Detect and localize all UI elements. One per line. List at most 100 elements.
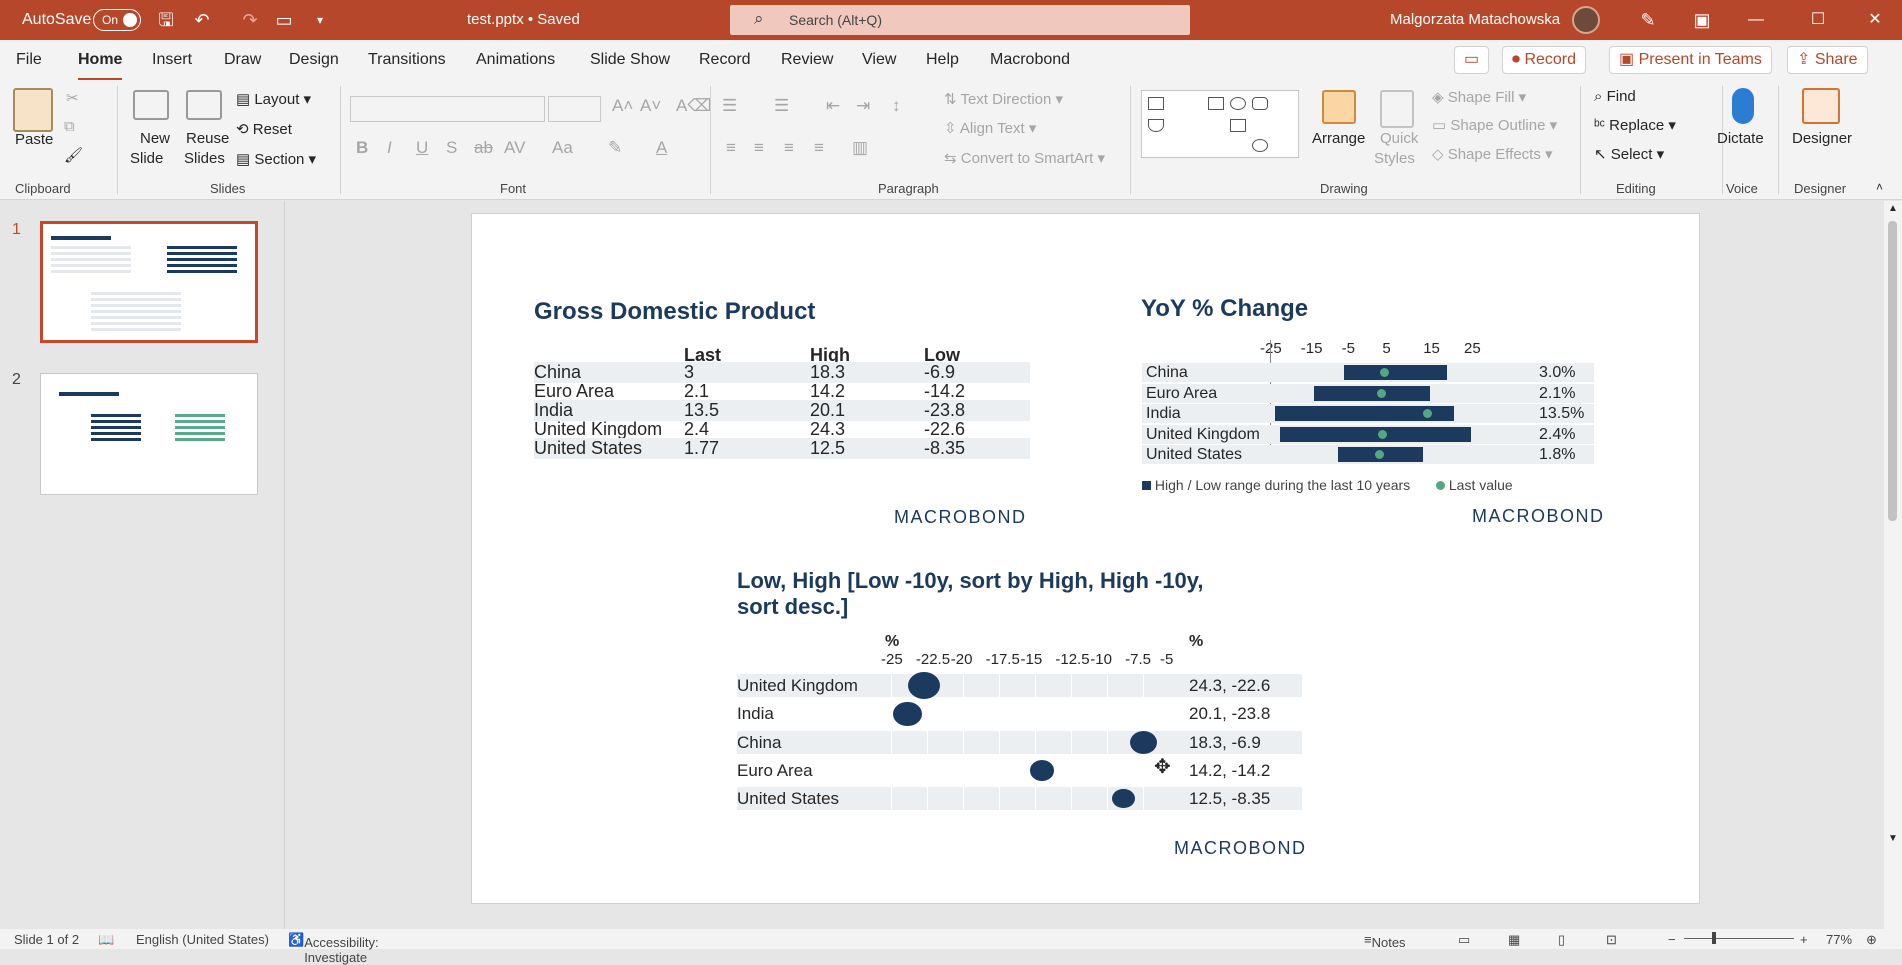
bold-icon[interactable]: B <box>356 138 368 158</box>
underline-icon[interactable]: U <box>416 138 428 158</box>
lowhigh-title[interactable]: Low, High [Low -10y, sort by High, High … <box>737 568 1204 620</box>
table-row[interactable]: United Kingdom 2.4 24.3 -22.6 <box>534 419 1030 440</box>
tab-slide-show[interactable]: Slide Show <box>590 51 670 69</box>
quick-styles-label-1[interactable]: Quick <box>1380 130 1418 147</box>
lowhigh-dot[interactable] <box>1129 730 1158 754</box>
font-size-combo[interactable] <box>548 96 601 122</box>
decrease-font-icon[interactable]: A˅ <box>640 96 661 116</box>
user-name[interactable]: Malgorzata Matachowska <box>1390 11 1560 28</box>
arrange-label[interactable]: Arrange <box>1312 130 1365 147</box>
zoom-out-icon[interactable]: − <box>1668 932 1676 947</box>
yoy-row[interactable]: United States 1.8% <box>1142 445 1594 464</box>
slide-thumbnail-2[interactable] <box>40 373 258 495</box>
table-row[interactable]: Euro Area 2.1 14.2 -14.2 <box>534 381 1030 402</box>
change-case-icon[interactable]: Aa <box>552 138 573 158</box>
spelling-icon[interactable]: 📖 <box>98 932 114 948</box>
yoy-last-dot[interactable] <box>1376 388 1386 398</box>
oval-shape-icon[interactable] <box>1230 97 1246 110</box>
font-color-icon[interactable]: A <box>656 138 667 158</box>
arrange-icon[interactable] <box>1322 90 1356 124</box>
new-slide-label-2[interactable]: Slide <box>130 150 163 167</box>
align-right-icon[interactable]: ≡ <box>784 138 794 158</box>
cut-icon[interactable]: ✂ <box>66 89 79 107</box>
table-row[interactable]: India 13.5 20.1 -23.8 <box>534 400 1030 421</box>
shape-effects-button[interactable]: ◇ Shape Effects ▾ <box>1432 145 1553 163</box>
yoy-range-bar[interactable] <box>1279 426 1472 442</box>
yoy-row[interactable]: India 13.5% <box>1142 404 1594 423</box>
scrollbar-thumb[interactable] <box>1888 221 1897 521</box>
lowhigh-dot[interactable] <box>893 701 923 726</box>
lowhigh-dot[interactable] <box>1029 760 1054 781</box>
paste-label[interactable]: Paste <box>15 131 53 148</box>
reuse-slides-icon[interactable] <box>186 90 222 120</box>
char-spacing-icon[interactable]: AV <box>504 138 525 158</box>
tab-home[interactable]: Home <box>78 51 123 81</box>
lowhigh-row[interactable]: China 18.3, -6.9 <box>737 730 1302 754</box>
yoy-title[interactable]: YoY % Change <box>1141 295 1308 323</box>
increase-font-icon[interactable]: A˄ <box>612 96 633 116</box>
section-button[interactable]: ▤ Section ▾ <box>236 150 316 168</box>
gdp-title[interactable]: Gross Domestic Product <box>534 298 815 326</box>
collapse-ribbon-icon[interactable]: ˄ <box>1876 180 1883 194</box>
slide-thumbnail-1[interactable] <box>40 221 258 343</box>
tab-transitions[interactable]: Transitions <box>368 51 446 69</box>
pen-icon[interactable]: ✎ <box>1636 8 1660 32</box>
designer-icon[interactable] <box>1802 88 1840 124</box>
tab-macrobond[interactable]: Macrobond <box>990 51 1070 69</box>
yoy-row[interactable]: United Kingdom 2.4% <box>1142 424 1594 444</box>
yoy-row[interactable]: Euro Area 2.1% <box>1142 383 1594 403</box>
save-icon[interactable]: 🖫 <box>154 8 178 32</box>
accessibility-status[interactable]: ♿ Accessibility: Investigate <box>288 932 379 965</box>
new-slide-icon[interactable] <box>133 90 169 120</box>
new-slide-label-1[interactable]: New <box>140 130 170 147</box>
notes-button[interactable]: ≡ Notes <box>1364 932 1406 950</box>
arrow-shape-icon[interactable] <box>1230 119 1246 132</box>
numbering-icon[interactable]: ☰ <box>774 96 789 116</box>
shadow-icon[interactable]: S <box>446 138 457 158</box>
fit-slide-icon[interactable]: ⊕ <box>1866 932 1877 948</box>
lowhigh-row[interactable]: United Kingdom 24.3, -22.6 <box>737 671 1302 700</box>
avatar[interactable] <box>1572 6 1600 34</box>
present-in-teams-button[interactable]: ▣ Present in Teams <box>1609 46 1772 74</box>
layout-button[interactable]: ▤ Layout ▾ <box>236 90 311 108</box>
ribbon-display-icon[interactable]: ▣ <box>1690 8 1714 32</box>
reset-button[interactable]: ⟲ Reset <box>236 120 292 138</box>
slide-sorter-icon[interactable]: ▦ <box>1508 932 1520 948</box>
document-title[interactable]: test.pptx • Saved <box>467 11 580 28</box>
rounded-rect-shape-icon[interactable] <box>1252 97 1268 110</box>
zoom-slider-thumb[interactable] <box>1712 932 1716 944</box>
table-row[interactable]: China 3 18.3 -6.9 <box>534 362 1030 383</box>
table-row[interactable]: United States 1.77 12.5 -8.35 <box>534 438 1030 459</box>
font-name-combo[interactable] <box>350 96 545 122</box>
lowhigh-dot[interactable] <box>908 671 941 700</box>
select-button[interactable]: ↖ Select ▾ <box>1594 145 1664 163</box>
lowhigh-row[interactable]: India 20.1, -23.8 <box>737 701 1302 726</box>
reuse-slides-label-2[interactable]: Slides <box>184 150 225 167</box>
italic-icon[interactable]: I <box>387 138 392 158</box>
highlight-icon[interactable]: ✎ <box>608 138 622 158</box>
lowhigh-row[interactable]: Euro Area 14.2, -14.2 <box>737 758 1302 782</box>
strikethrough-icon[interactable]: ab <box>474 138 493 158</box>
shapes-gallery[interactable] <box>1141 90 1299 158</box>
tab-help[interactable]: Help <box>926 51 959 69</box>
vertical-scrollbar[interactable]: ▲ ▼ <box>1884 201 1902 929</box>
share-button[interactable]: ⇪ Share <box>1787 46 1868 74</box>
align-center-icon[interactable]: ≡ <box>754 138 764 158</box>
paste-icon[interactable] <box>13 88 53 132</box>
lowhigh-row[interactable]: United States 12.5, -8.35 <box>737 787 1302 811</box>
zoom-in-icon[interactable]: + <box>1800 932 1808 947</box>
redo-icon[interactable]: ↷ <box>238 8 262 32</box>
line-spacing-icon[interactable]: ↕ <box>892 96 901 116</box>
yoy-last-dot[interactable] <box>1377 429 1387 439</box>
search-box[interactable]: ⌕ Search (Alt+Q) <box>730 5 1190 35</box>
tab-animations[interactable]: Animations <box>476 51 555 69</box>
tab-file[interactable]: File <box>16 51 42 69</box>
find-button[interactable]: ⌕ Find <box>1594 88 1636 105</box>
justify-icon[interactable]: ≡ <box>814 138 824 158</box>
shape-fill-button[interactable]: ◈ Shape Fill ▾ <box>1432 88 1526 106</box>
dictate-label[interactable]: Dictate <box>1717 130 1764 147</box>
tab-review[interactable]: Review <box>781 51 833 69</box>
columns-icon[interactable]: ▥ <box>852 138 868 158</box>
textbox-shape-icon[interactable] <box>1148 97 1164 110</box>
reuse-slides-label-1[interactable]: Reuse <box>186 130 229 147</box>
